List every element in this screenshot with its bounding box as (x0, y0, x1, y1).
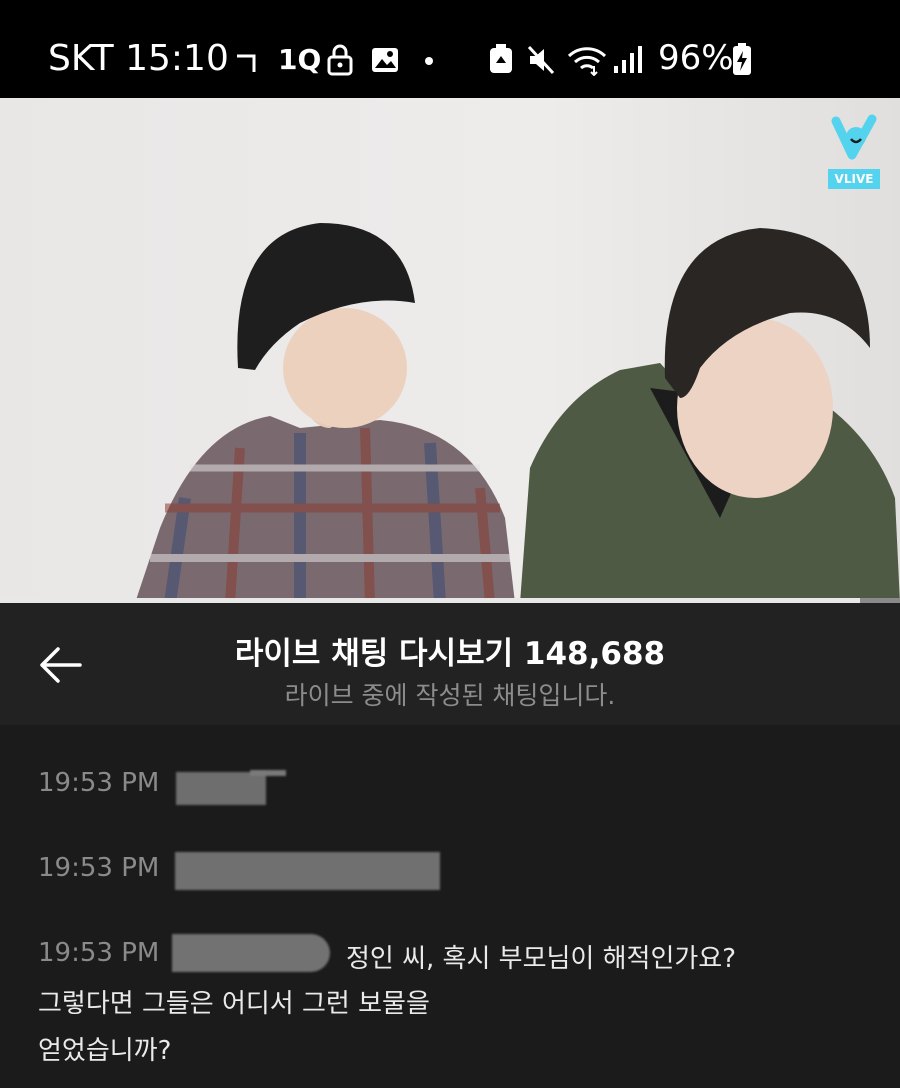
vlive-v-icon (831, 114, 877, 160)
wifi-icon (567, 47, 607, 76)
message-text: 정인 씨, 혹시 부모님이 해적인가요? (346, 944, 737, 974)
lock-icon (327, 44, 353, 76)
redacted-username (175, 852, 440, 890)
image-icon (372, 48, 398, 72)
page-subtitle: 라이브 중에 작성된 채팅입니다. (284, 681, 616, 710)
chat-message: 19:53 PM (38, 768, 159, 798)
nfc-icon (237, 54, 256, 72)
message-time: 19:53 PM (38, 938, 160, 968)
message-text-line3: 얻었습니까? (38, 1036, 172, 1066)
sim-icon: 1Q (278, 43, 322, 76)
message-time: 19:53 PM (38, 768, 160, 798)
carrier-time: SKT 15:10 (48, 38, 229, 79)
video-frame (0, 98, 900, 603)
chat-message: 19:53 PM (38, 853, 159, 883)
message-time: 19:53 PM (38, 853, 160, 883)
redacted-username (172, 934, 330, 972)
page-title: 라이브 채팅 다시보기 148,688 (234, 636, 666, 672)
mute-icon (527, 45, 555, 75)
message-text-line2: 그렇다면 그들은 어디서 그런 보물을 (38, 989, 430, 1019)
video-player[interactable]: VLIVE (0, 98, 900, 603)
recycle-icon (490, 44, 512, 73)
redacted-username-part (250, 770, 286, 776)
dot-icon (425, 57, 433, 65)
battery-icon (733, 43, 751, 75)
vlive-logo: VLIVE (828, 113, 880, 189)
battery-percent: 96% (658, 38, 734, 78)
status-bar: SKT 15:10 1Q 96% (0, 0, 900, 98)
vlive-label: VLIVE (828, 169, 880, 189)
redacted-username (176, 772, 266, 805)
signal-icon (614, 46, 642, 73)
